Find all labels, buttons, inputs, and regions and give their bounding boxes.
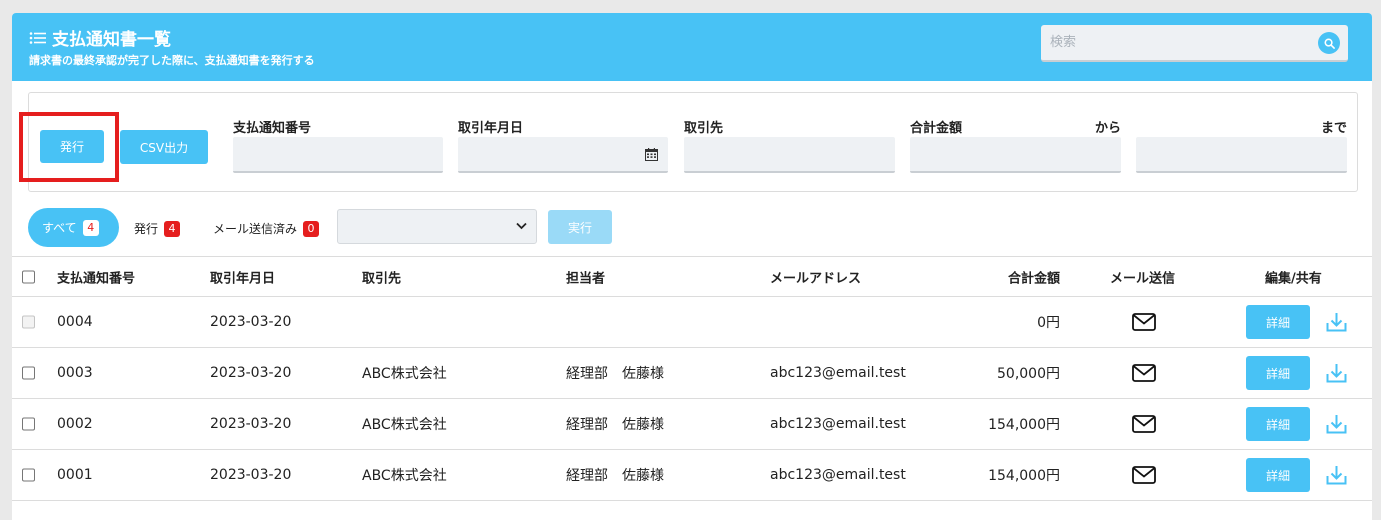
cell-person: 経理部 佐藤様 bbox=[566, 417, 664, 433]
cell-date: 2023-03-20 bbox=[210, 314, 292, 330]
filter-label-to: まで bbox=[1321, 121, 1348, 136]
row-checkbox[interactable] bbox=[22, 417, 35, 431]
download-icon[interactable] bbox=[1326, 414, 1347, 434]
filter-label-number: 支払通知番号 bbox=[233, 121, 312, 136]
cell-person: 経理部 佐藤様 bbox=[566, 468, 664, 484]
cell-number: 0001 bbox=[57, 467, 93, 483]
cell-number: 0004 bbox=[57, 314, 93, 330]
filter-partner-input[interactable] bbox=[684, 137, 895, 173]
search-box bbox=[1041, 25, 1348, 62]
cell-email: abc123@email.test bbox=[770, 416, 906, 432]
detail-button[interactable]: 詳細 bbox=[1246, 458, 1310, 492]
cell-date: 2023-03-20 bbox=[210, 416, 292, 432]
tab-issued[interactable]: 発行 4 bbox=[134, 220, 181, 237]
cell-partner: ABC株式会社 bbox=[362, 468, 447, 484]
search-button[interactable] bbox=[1318, 32, 1340, 54]
filter-label-from: から bbox=[1095, 121, 1122, 136]
tab-mailed-count: 0 bbox=[303, 220, 320, 237]
chevron-down-icon bbox=[516, 222, 527, 230]
tab-all[interactable]: すべて 4 bbox=[28, 208, 119, 247]
table-row: 0002 2023-03-20 ABC株式会社 経理部 佐藤様 abc123@e… bbox=[12, 399, 1372, 450]
cell-email: abc123@email.test bbox=[770, 365, 906, 381]
filter-date-input[interactable] bbox=[458, 137, 668, 173]
cell-amount: 50,000円 bbox=[997, 366, 1060, 382]
tab-mailed-label: メール送信済み bbox=[213, 222, 298, 236]
bulk-action-select[interactable] bbox=[337, 209, 537, 244]
cell-amount: 154,000円 bbox=[988, 468, 1060, 484]
filter-label-amount: 合計金額 bbox=[910, 121, 963, 136]
tab-all-count: 4 bbox=[82, 219, 99, 236]
cell-date: 2023-03-20 bbox=[210, 467, 292, 483]
detail-button[interactable]: 詳細 bbox=[1246, 356, 1310, 390]
highlight-frame bbox=[19, 112, 119, 182]
cell-number: 0003 bbox=[57, 365, 93, 381]
main-card: 支払通知書一覧 請求書の最終承認が完了した際に、支払通知書を発行する 発行 CS… bbox=[12, 13, 1372, 520]
row-checkbox[interactable] bbox=[22, 468, 35, 482]
calendar-icon[interactable] bbox=[645, 148, 658, 161]
tab-issued-count: 4 bbox=[164, 220, 181, 237]
download-icon[interactable] bbox=[1326, 363, 1347, 383]
tab-all-label: すべて bbox=[42, 221, 77, 235]
page-header: 支払通知書一覧 請求書の最終承認が完了した際に、支払通知書を発行する bbox=[12, 13, 1372, 81]
tab-issued-label: 発行 bbox=[134, 222, 159, 236]
header-email[interactable]: メールアドレス bbox=[770, 267, 861, 286]
mail-icon[interactable] bbox=[1132, 364, 1156, 382]
mail-icon[interactable] bbox=[1132, 415, 1156, 433]
header-person[interactable]: 担当者 bbox=[566, 267, 605, 286]
filter-number-input[interactable] bbox=[233, 137, 443, 173]
detail-button[interactable]: 詳細 bbox=[1246, 407, 1310, 441]
filter-amount-to-input[interactable] bbox=[1136, 137, 1347, 173]
table-row: 0004 2023-03-20 0円 詳細 bbox=[12, 297, 1372, 348]
csv-export-button[interactable]: CSV出力 bbox=[120, 130, 208, 164]
cell-amount: 0円 bbox=[1037, 315, 1060, 331]
header-number[interactable]: 支払通知番号 bbox=[57, 267, 135, 286]
page-title-wrap: 支払通知書一覧 bbox=[29, 25, 171, 50]
filter-label-partner: 取引先 bbox=[684, 121, 724, 136]
tab-mailed[interactable]: メール送信済み 0 bbox=[213, 220, 320, 237]
search-icon bbox=[1324, 38, 1335, 49]
download-icon[interactable] bbox=[1326, 312, 1347, 332]
table-row: 0001 2023-03-20 ABC株式会社 経理部 佐藤様 abc123@e… bbox=[12, 450, 1372, 501]
cell-email: abc123@email.test bbox=[770, 467, 906, 483]
select-all-checkbox[interactable] bbox=[22, 270, 35, 283]
mail-icon[interactable] bbox=[1132, 313, 1156, 331]
header-date[interactable]: 取引年月日 bbox=[210, 267, 275, 286]
header-amount[interactable]: 合計金額 bbox=[972, 267, 1060, 286]
search-input[interactable] bbox=[1041, 25, 1311, 60]
cell-person: 経理部 佐藤様 bbox=[566, 366, 664, 382]
page-subtitle: 請求書の最終承認が完了した際に、支払通知書を発行する bbox=[29, 54, 315, 67]
table-header: 支払通知番号 取引年月日 取引先 担当者 メールアドレス 合計金額 メール送信 … bbox=[12, 256, 1372, 297]
filter-label-date: 取引年月日 bbox=[458, 121, 524, 136]
header-mail: メール送信 bbox=[1110, 271, 1176, 286]
cell-number: 0002 bbox=[57, 416, 93, 432]
cell-partner: ABC株式会社 bbox=[362, 366, 447, 382]
mail-icon[interactable] bbox=[1132, 466, 1156, 484]
row-checkbox[interactable] bbox=[22, 315, 35, 329]
run-button[interactable]: 実行 bbox=[548, 210, 612, 244]
header-partner[interactable]: 取引先 bbox=[362, 267, 401, 286]
row-checkbox[interactable] bbox=[22, 366, 35, 380]
header-edit: 編集/共有 bbox=[1265, 271, 1322, 286]
filter-amount-from-input[interactable] bbox=[910, 137, 1121, 173]
list-icon bbox=[29, 31, 46, 44]
page-title: 支払通知書一覧 bbox=[52, 30, 171, 50]
cell-date: 2023-03-20 bbox=[210, 365, 292, 381]
download-icon[interactable] bbox=[1326, 465, 1347, 485]
table-row: 0003 2023-03-20 ABC株式会社 経理部 佐藤様 abc123@e… bbox=[12, 348, 1372, 399]
cell-amount: 154,000円 bbox=[988, 417, 1060, 433]
detail-button[interactable]: 詳細 bbox=[1246, 305, 1310, 339]
cell-partner: ABC株式会社 bbox=[362, 417, 447, 433]
